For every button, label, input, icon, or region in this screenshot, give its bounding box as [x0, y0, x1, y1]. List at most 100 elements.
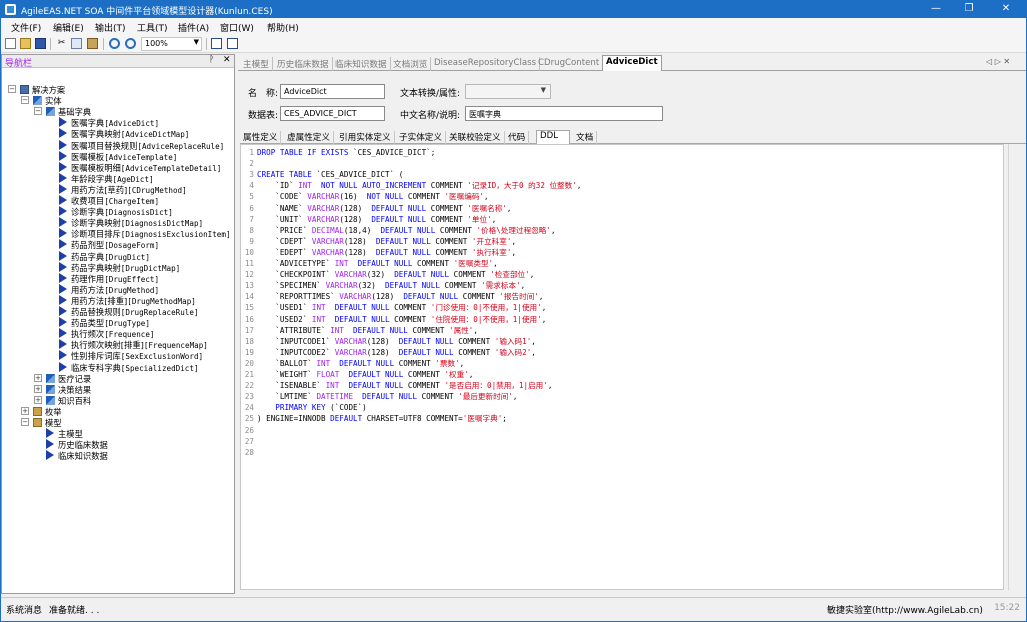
code-token: `ISENABLE` — [257, 381, 326, 391]
code-token: '医嘱字典' — [462, 414, 503, 424]
code-token: , — [531, 347, 536, 357]
code-line: `CDEPT` VARCHAR(128) DEFAULT NULL COMMEN… — [257, 236, 516, 247]
line-number: 15 — [244, 303, 254, 313]
tab-association-check-definition[interactable]: 关联校验定义 — [446, 131, 505, 144]
menu-file[interactable]: 文件(F) — [11, 21, 41, 34]
collapse-icon[interactable]: − — [21, 96, 29, 105]
code-token: VARCHAR — [334, 336, 367, 346]
code-token: NOT NULL AUTO_INCREMENT — [321, 181, 431, 191]
entity-properties-form: 名 称: AdviceDict 文本转换/属性: ▼ 数据表: CES_ADVI… — [238, 72, 1026, 126]
tab-cdrug-content[interactable]: CDrugContent — [535, 57, 604, 71]
vertical-scrollbar[interactable] — [1008, 144, 1024, 590]
text-transform-select[interactable]: ▼ — [465, 84, 551, 99]
tab-disease-repository-class[interactable]: DiseaseRepositoryClass — [431, 57, 541, 71]
code-line: ) ENGINE=INNODB DEFAULT CHARSET=UTF8 COM… — [257, 413, 507, 424]
expand-icon[interactable]: + — [34, 384, 42, 393]
line-number: 3 — [249, 170, 254, 180]
title-bar[interactable]: AgileEAS.NET SOA 中间件平台领域模型设计器(Kunlun.CES… — [1, 1, 1026, 18]
tab-history-clinical-data[interactable]: 历史临床数据 — [274, 57, 333, 71]
tab-child-entity-definition[interactable]: 子实体定义 — [396, 131, 446, 144]
code-token: '医嘱类型' — [453, 259, 494, 268]
code-token: DEFAULT NULL — [398, 347, 459, 357]
expand-icon[interactable]: + — [34, 373, 42, 382]
expand-icon[interactable]: + — [21, 406, 29, 415]
save-icon[interactable] — [35, 38, 46, 49]
collapse-icon[interactable]: − — [21, 418, 29, 426]
collapse-icon[interactable]: − — [8, 85, 16, 93]
tab-virtual-property-definition[interactable]: 虚属性定义 — [284, 131, 334, 144]
new-icon[interactable] — [5, 38, 16, 49]
paste-icon[interactable] — [87, 38, 98, 49]
tab-document[interactable]: 文档 — [573, 131, 598, 144]
code-token: `PRICE` — [257, 225, 312, 235]
entity-icon — [59, 339, 67, 350]
code-line: `ADVICETYPE` INT DEFAULT NULL COMMENT '医… — [257, 258, 497, 269]
entity-group-icon — [46, 395, 55, 405]
code-token: , — [547, 381, 553, 391]
zoom-out-icon[interactable] — [125, 38, 136, 49]
menu-output[interactable]: 输出(T) — [95, 21, 126, 34]
status-lab-link[interactable]: 敏捷实验室(http://www.AgileLab.cn) — [827, 603, 983, 616]
chinese-name-field[interactable]: 医嘱字典 — [465, 106, 663, 121]
chinese-name-label: 中文名称/说明: — [400, 111, 461, 121]
close-button[interactable]: ✕ — [991, 1, 1021, 18]
code-token: , — [511, 236, 517, 246]
table-field[interactable]: CES_ADVICE_DICT — [280, 106, 385, 121]
collapse-icon[interactable]: − — [34, 107, 42, 116]
enum-folder-icon — [33, 406, 42, 416]
code-token: , — [531, 336, 536, 346]
line-number: 7 — [249, 214, 254, 224]
tab-property-definition[interactable]: 属性定义 — [240, 131, 282, 144]
entity-icon — [59, 317, 67, 328]
menu-help[interactable]: 帮助(H) — [267, 21, 299, 34]
chevron-down-icon: ▼ — [193, 38, 199, 46]
code-token: '最后更新时间' — [458, 392, 513, 402]
code-token: '需求标本' — [481, 281, 521, 291]
code-token: COMMENT — [462, 292, 500, 302]
menu-plugins[interactable]: 插件(A) — [178, 21, 209, 34]
tree-node-code: [AdviceReplaceRule] — [137, 141, 225, 151]
minimize-button[interactable]: — — [921, 1, 951, 18]
tab-ddl[interactable]: DDL — [536, 130, 570, 144]
code-token: (128) — [339, 203, 372, 213]
cut-icon[interactable]: ✂ — [56, 38, 67, 49]
tab-main-model[interactable]: 主模型 — [240, 57, 273, 71]
code-token: COMMENT — [458, 347, 495, 357]
menu-edit[interactable]: 编辑(E) — [53, 21, 84, 34]
ddl-editor[interactable]: 1 2 3 4 5 6 7 8 9 10 11 12 13 14 15 16 17 18 19 20 21 22 23 24 2… — [240, 144, 1004, 590]
maximize-button[interactable]: ❐ — [954, 1, 984, 18]
expand-icon[interactable]: + — [34, 395, 42, 404]
line-number: 28 — [244, 447, 254, 457]
code-token: DECIMAL — [311, 225, 344, 235]
menu-window[interactable]: 窗口(W) — [220, 21, 254, 34]
app-logo-icon — [5, 4, 16, 15]
tab-clinical-knowledge-data[interactable]: 临床知识数据 — [332, 57, 391, 71]
tab-advice-dict[interactable]: AdviceDict — [602, 55, 662, 71]
name-field[interactable]: AdviceDict — [280, 84, 385, 99]
code-token: INT — [311, 314, 335, 324]
tab-document-browse[interactable]: 文档浏览 — [390, 57, 432, 71]
pin-icon[interactable]: ᚹ — [209, 55, 214, 65]
code-token: VARCHAR — [307, 214, 340, 224]
copy-icon[interactable] — [71, 38, 82, 49]
code-token: DEFAULT NULL — [334, 303, 395, 313]
solution-icon — [20, 85, 29, 94]
menu-tools[interactable]: 工具(T) — [137, 21, 168, 34]
code-token: COMMENT — [407, 192, 445, 202]
line-number: 26 — [244, 425, 254, 435]
code-token: '记录ID，大于0 的32 位整数' — [467, 181, 577, 191]
code-token: COMMENT — [421, 392, 459, 402]
tab-navigation-controls[interactable]: ◁ ▷ ✕ — [986, 57, 1010, 66]
code-line: `ATTRIBUTE` INT DEFAULT NULL COMMENT '属性… — [257, 325, 478, 336]
entity-icon — [59, 139, 67, 150]
layout-vertical-icon[interactable] — [227, 38, 238, 49]
open-icon[interactable] — [20, 38, 31, 49]
close-icon[interactable]: ✕ — [223, 55, 231, 65]
tab-reference-entity-definition[interactable]: 引用实体定义 — [336, 131, 395, 144]
code-token: DATETIME — [316, 392, 363, 402]
zoom-in-icon[interactable] — [109, 38, 120, 49]
tab-code[interactable]: 代码 — [505, 131, 530, 144]
layout-horizontal-icon[interactable] — [211, 38, 222, 49]
code-token: , — [538, 292, 544, 302]
zoom-select[interactable]: 100% ▼ — [141, 37, 202, 51]
